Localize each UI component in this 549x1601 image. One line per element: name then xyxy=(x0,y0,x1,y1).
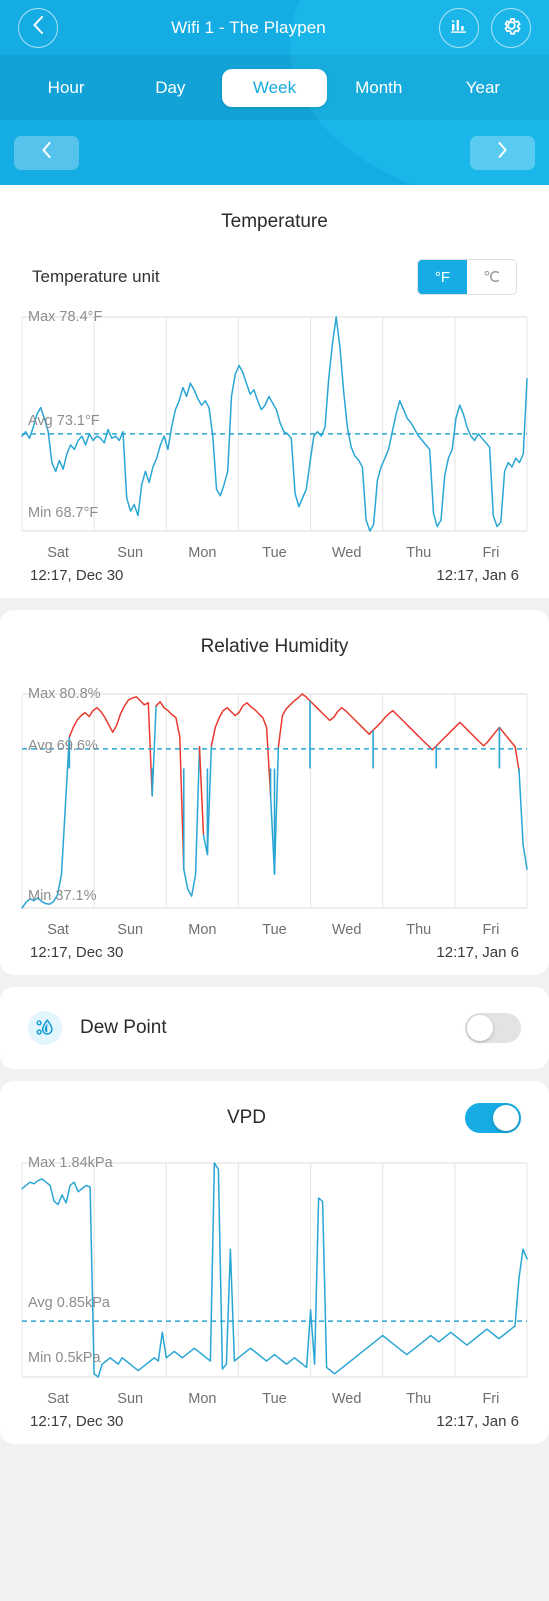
axis-day: Thu xyxy=(406,545,432,561)
axis-day: Thu xyxy=(406,1391,432,1407)
dew-point-label: Dew Point xyxy=(80,1017,167,1038)
tab-week[interactable]: Week xyxy=(222,68,327,107)
axis-day: Mon xyxy=(188,545,217,561)
header-actions xyxy=(439,7,531,48)
axis-day: Thu xyxy=(406,922,432,938)
axis-day: Tue xyxy=(262,545,287,561)
axis-day: Sun xyxy=(117,922,144,938)
next-period-button[interactable] xyxy=(470,135,535,170)
statistics-button[interactable] xyxy=(439,7,479,48)
humidity-chart: Max 80.8% Avg 69.6% Min 37.1% xyxy=(0,686,549,916)
humidity-max-label: Max 80.8% xyxy=(28,686,101,702)
chevron-right-icon xyxy=(497,142,508,163)
axis-day: Mon xyxy=(188,1391,217,1407)
temperature-unit-row: Temperature unit °F ℃ xyxy=(0,233,549,295)
vpd-avg-label: Avg 0.85kPa xyxy=(28,1295,110,1311)
axis-day: Tue xyxy=(262,1391,287,1407)
dew-point-row[interactable]: Dew Point xyxy=(0,987,549,1069)
app-header: Wifi 1 - The Playpen Hour Day Week Month… xyxy=(0,0,549,185)
chevron-left-icon xyxy=(32,16,44,39)
axis-day: Tue xyxy=(262,922,287,938)
gear-icon xyxy=(501,15,522,41)
previous-period-button[interactable] xyxy=(14,135,79,170)
temperature-max-label: Max 78.4°F xyxy=(28,309,103,325)
temperature-axis-days: Sat Sun Mon Tue Wed Thu Fri xyxy=(0,539,549,561)
settings-button[interactable] xyxy=(491,7,531,48)
axis-day: Fri xyxy=(482,545,500,561)
temperature-min-label: Min 68.7°F xyxy=(28,505,99,521)
humidity-avg-label: Avg 69.6% xyxy=(28,738,98,754)
axis-day: Sun xyxy=(117,1391,144,1407)
tab-day[interactable]: Day xyxy=(118,69,222,107)
temperature-unit-label: Temperature unit xyxy=(32,267,160,286)
temperature-range: 12:17, Dec 30 12:17, Jan 6 xyxy=(0,561,549,584)
axis-day: Mon xyxy=(188,922,217,938)
range-start: 12:17, Dec 30 xyxy=(30,1413,124,1430)
vpd-card: VPD Max 1.84kPa Avg 0.85kPa Min 0.5kPa S… xyxy=(0,1081,549,1444)
tab-month[interactable]: Month xyxy=(327,69,431,107)
vpd-chart: Max 1.84kPa Avg 0.85kPa Min 0.5kPa xyxy=(0,1155,549,1385)
range-end: 12:17, Jan 6 xyxy=(436,1413,519,1430)
axis-day: Sun xyxy=(117,545,144,561)
unit-option-celsius[interactable]: ℃ xyxy=(467,260,516,294)
axis-day: Wed xyxy=(331,1391,362,1407)
bar-chart-icon xyxy=(449,15,469,40)
unit-option-fahrenheit[interactable]: °F xyxy=(418,260,467,294)
axis-day: Sat xyxy=(47,922,69,938)
humidity-range: 12:17, Dec 30 12:17, Jan 6 xyxy=(0,938,549,961)
toggle-knob xyxy=(467,1015,493,1041)
vpd-title: VPD xyxy=(226,1107,267,1128)
axis-day: Fri xyxy=(482,922,500,938)
humidity-card: Relative Humidity Max 80.8% Avg 69.6% Mi… xyxy=(0,610,549,975)
page-title: Wifi 1 - The Playpen xyxy=(171,17,326,37)
temperature-card: Temperature Temperature unit °F ℃ Max 78… xyxy=(0,185,549,598)
humidity-title: Relative Humidity xyxy=(200,636,349,657)
range-end: 12:17, Jan 6 xyxy=(436,567,519,584)
vpd-min-label: Min 0.5kPa xyxy=(28,1350,101,1366)
humidity-plot xyxy=(21,693,528,909)
tab-year[interactable]: Year xyxy=(431,69,535,107)
title-bar: Wifi 1 - The Playpen xyxy=(0,0,549,55)
period-tabs: Hour Day Week Month Year xyxy=(0,55,549,120)
axis-day: Sat xyxy=(47,1391,69,1407)
vpd-max-label: Max 1.84kPa xyxy=(28,1155,113,1171)
vpd-axis-days: Sat Sun Mon Tue Wed Thu Fri xyxy=(0,1385,549,1407)
range-start: 12:17, Dec 30 xyxy=(30,944,124,961)
temperature-chart: Max 78.4°F Avg 73.1°F Min 68.7°F xyxy=(0,309,549,539)
temperature-title: Temperature xyxy=(221,211,328,232)
chevron-left-icon xyxy=(41,142,52,163)
dew-point-toggle[interactable] xyxy=(465,1013,521,1043)
period-pager xyxy=(0,120,549,185)
temperature-avg-label: Avg 73.1°F xyxy=(28,413,100,429)
back-button[interactable] xyxy=(18,7,58,48)
axis-day: Wed xyxy=(331,922,362,938)
range-end: 12:17, Jan 6 xyxy=(436,944,519,961)
toggle-knob xyxy=(493,1105,519,1131)
vpd-range: 12:17, Dec 30 12:17, Jan 6 xyxy=(0,1407,549,1430)
tab-hour[interactable]: Hour xyxy=(14,69,118,107)
axis-day: Sat xyxy=(47,545,69,561)
axis-day: Wed xyxy=(331,545,362,561)
axis-day: Fri xyxy=(482,1391,500,1407)
humidity-drop-icon xyxy=(28,1011,62,1045)
range-start: 12:17, Dec 30 xyxy=(30,567,124,584)
vpd-toggle[interactable] xyxy=(465,1103,521,1133)
humidity-axis-days: Sat Sun Mon Tue Wed Thu Fri xyxy=(0,916,549,938)
vpd-header: VPD xyxy=(0,1081,549,1133)
temperature-unit-toggle[interactable]: °F ℃ xyxy=(417,259,517,295)
humidity-min-label: Min 37.1% xyxy=(28,888,97,904)
